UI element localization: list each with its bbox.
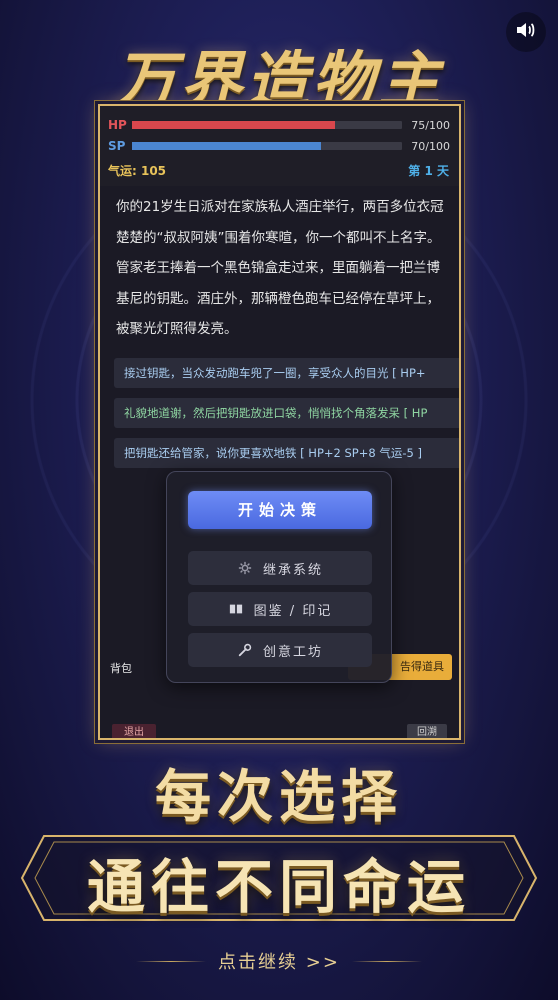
hp-bar	[132, 121, 402, 129]
main-menu-popup: 开始决策 继承系统 图鉴 / 印记 创意工坊	[166, 471, 392, 683]
book-icon	[228, 601, 244, 617]
stats-panel: HP 75/100 SP 70/100 气运: 105 第 1 天	[100, 106, 459, 186]
menu-item-label: 继承系统	[262, 562, 323, 578]
choice-option-3[interactable]: 把钥匙还给管家，说你更喜欢地铁 [ HP+2 SP+8 气运-5 ]	[114, 438, 459, 468]
menu-item-workshop[interactable]: 创意工坊	[188, 633, 372, 667]
exit-button[interactable]: 退出	[112, 724, 156, 738]
menu-item-codex[interactable]: 图鉴 / 印记	[188, 592, 372, 626]
menu-item-label: 图鉴 / 印记	[253, 603, 333, 619]
hp-value: 75/100	[411, 118, 450, 132]
hp-bar-fill	[132, 121, 335, 129]
menu-item-label: 创意工坊	[262, 644, 323, 660]
continue-prompt[interactable]: 点击继续 >>	[0, 946, 558, 976]
sp-row: SP 70/100	[108, 137, 454, 155]
sp-value: 70/100	[411, 139, 450, 153]
gear-icon	[237, 560, 253, 576]
rewind-button[interactable]: 回溯	[407, 724, 447, 738]
wrench-icon	[237, 642, 253, 658]
bag-label: 背包	[110, 662, 132, 675]
slogan-line-1: 每次选择	[155, 764, 403, 830]
sp-label: SP	[108, 139, 126, 153]
choice-option-1[interactable]: 接过钥匙，当众发动跑车兜了一圈，享受众人的目光 [ HP+	[114, 358, 459, 388]
slogan-line-2: 通往不同命运	[86, 853, 471, 921]
menu-item-inheritance[interactable]: 继承系统	[188, 551, 372, 585]
luck-value: 气运: 105	[108, 164, 167, 178]
story-text: 你的21岁生日派对在家族私人酒庄举行，两百多位衣冠楚楚的“叔叔阿姨”围着你寒暄，…	[116, 199, 444, 337]
hp-row: HP 75/100	[108, 116, 454, 134]
sp-bar	[132, 142, 402, 150]
hp-label: HP	[108, 118, 127, 132]
choice-option-2[interactable]: 礼貌地道谢，然后把钥匙放进口袋，悄悄找个角落发呆 [ HP	[114, 398, 459, 428]
day-counter: 第 1 天	[408, 164, 449, 178]
divider-left	[136, 960, 207, 962]
sp-bar-fill	[132, 142, 321, 150]
continue-text: 点击继续 >>	[218, 952, 340, 973]
start-decision-button[interactable]: 开始决策	[188, 491, 372, 529]
divider-right	[351, 960, 422, 962]
